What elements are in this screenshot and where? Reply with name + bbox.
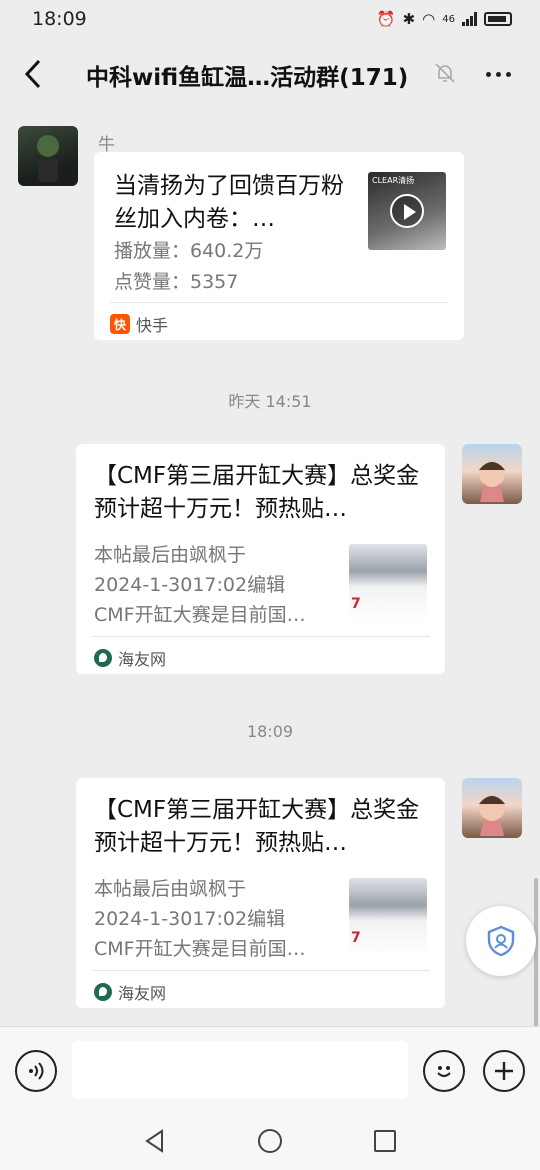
alarm-icon: ⏰ <box>376 10 396 28</box>
card-thumbnail: CLEAR清扬 <box>368 172 446 250</box>
shield-icon <box>487 925 515 957</box>
card-play-count: 播放量：640.2万 <box>114 240 264 262</box>
battery-icon <box>484 12 512 26</box>
system-navigation-bar <box>0 1114 540 1170</box>
status-bar: 18:09 ⏰ ✱ ◠ 46 <box>0 0 540 38</box>
nav-home-icon[interactable] <box>258 1129 282 1153</box>
kuaishou-icon: 快 <box>110 314 130 334</box>
avatar[interactable] <box>462 444 522 504</box>
more-options-button[interactable] <box>480 56 516 92</box>
link-card[interactable]: 【CMF第三届开缸大赛】总奖金预计超十万元！预热贴… 本帖最后由飒枫于 2024… <box>76 444 445 674</box>
voice-icon <box>29 1062 44 1080</box>
mute-bell-icon <box>433 61 457 85</box>
timestamp: 18:09 <box>246 722 294 741</box>
link-card[interactable]: 【CMF第三届开缸大赛】总奖金预计超十万元！预热贴… 本帖最后由飒枫于 2024… <box>76 778 445 1008</box>
more-functions-button[interactable] <box>483 1050 525 1092</box>
chevron-left-icon <box>24 59 41 89</box>
card-divider <box>110 302 448 303</box>
card-summary-line: CMF开缸大赛是目前国… <box>94 938 306 960</box>
card-source: 海友网 <box>94 646 166 670</box>
bluetooth-icon: ✱ <box>402 10 416 28</box>
chat-input-bar <box>0 1026 540 1114</box>
message-input[interactable] <box>72 1041 408 1099</box>
play-icon <box>390 194 424 228</box>
card-title: 【CMF第三届开缸大赛】总奖金预计超十万元！预热贴… <box>94 463 420 522</box>
avatar[interactable] <box>18 126 78 186</box>
avatar-figure <box>479 795 505 836</box>
card-summary-line: 本帖最后由飒枫于 <box>94 544 247 566</box>
scrollbar[interactable] <box>534 878 538 1028</box>
card-summary-line: 2024-1-3017:02编辑 <box>94 574 286 596</box>
thumbnail-brand-text: CLEAR清扬 <box>372 176 415 185</box>
smile-icon <box>437 1066 451 1077</box>
signal-icon <box>462 12 477 26</box>
card-divider <box>92 636 430 637</box>
card-source-label: 快手 <box>136 316 169 335</box>
card-source-label: 海友网 <box>118 984 167 1003</box>
haiyou-icon <box>94 649 112 667</box>
chat-header: 中科wifi鱼缸温…活动群(171) <box>0 42 540 106</box>
card-title: 【CMF第三届开缸大赛】总奖金预计超十万元！预热贴… <box>94 797 420 856</box>
timestamp: 昨天 14:51 <box>228 392 312 411</box>
thumbnail-text: 7 <box>351 596 361 612</box>
back-button[interactable] <box>18 54 48 94</box>
status-time: 18:09 <box>32 8 87 30</box>
status-icons: ⏰ ✱ ◠ 46 <box>377 10 512 28</box>
card-thumbnail: 7 <box>349 544 427 622</box>
nav-back-icon[interactable] <box>142 1128 168 1154</box>
wifi-icon: ◠ <box>422 10 436 28</box>
card-summary-line: CMF开缸大赛是目前国… <box>94 604 306 626</box>
card-divider <box>92 970 430 971</box>
avatar-figure <box>479 461 505 502</box>
network-type-label: 46 <box>442 13 455 25</box>
link-card[interactable]: 当清扬为了回馈百万粉丝加入内卷：… 播放量：640.2万 点赞量：5357 CL… <box>94 152 464 340</box>
card-source: 海友网 <box>94 980 166 1004</box>
emoji-button[interactable] <box>423 1050 465 1092</box>
card-thumbnail: 7 <box>349 878 427 956</box>
card-summary-line: 本帖最后由飒枫于 <box>94 878 247 900</box>
card-source: 快 快手 <box>110 312 168 336</box>
chat-title[interactable]: 中科wifi鱼缸温…活动群(171) <box>86 58 426 91</box>
nav-recents-icon[interactable] <box>374 1130 396 1152</box>
avatar-figure <box>37 135 59 182</box>
voice-input-button[interactable] <box>15 1050 57 1092</box>
haiyou-icon <box>94 983 112 1001</box>
card-like-count: 点赞量：5357 <box>114 271 239 293</box>
security-shield-button[interactable] <box>466 906 536 976</box>
plus-icon <box>495 1062 513 1080</box>
card-summary-line: 2024-1-3017:02编辑 <box>94 908 286 930</box>
thumbnail-text: 7 <box>351 930 361 946</box>
avatar[interactable] <box>462 778 522 838</box>
card-title: 当清扬为了回馈百万粉丝加入内卷：… <box>114 173 344 232</box>
card-source-label: 海友网 <box>118 650 167 669</box>
